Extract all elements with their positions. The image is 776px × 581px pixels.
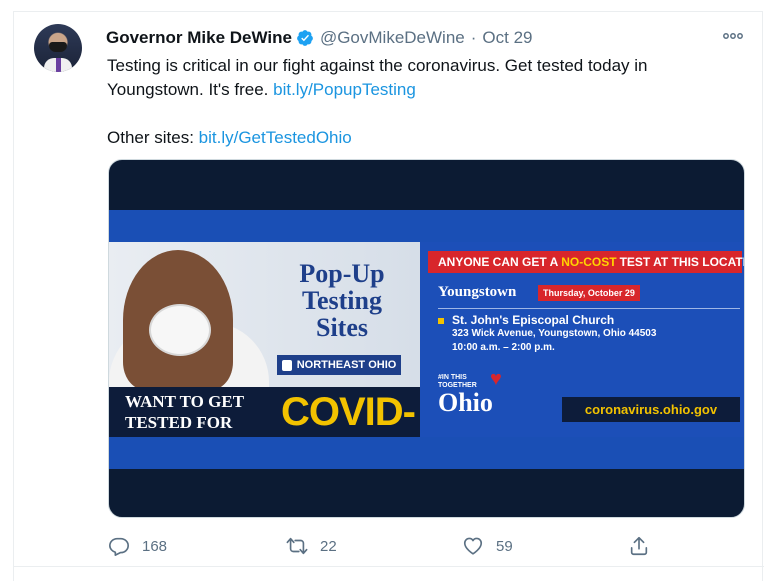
- media-left-panel: Pop-Up Testing Sites NORTHEAST OHIO WANT…: [109, 242, 420, 437]
- like-count: 59: [496, 537, 513, 555]
- in-this-text: #IN THIS: [438, 374, 467, 381]
- avatar[interactable]: [34, 24, 82, 72]
- want-line1: WANT TO GET: [125, 392, 245, 411]
- retweet-count: 22: [320, 537, 337, 555]
- tweet-text-line2: Youngstown. It's free. bit.ly/PopupTesti…: [107, 78, 747, 102]
- tweet-text: Testing is critical in our fight against…: [107, 54, 747, 150]
- tweet-card[interactable]: Governor Mike DeWine @GovMikeDeWine · Oc…: [13, 11, 763, 581]
- banner-post: TEST AT THIS LOCATION: [619, 255, 745, 269]
- region-badge: NORTHEAST OHIO: [277, 355, 401, 375]
- location-address: 323 Wick Avenue, Youngstown, Ohio 44503: [452, 328, 657, 339]
- tweet-text-free: Youngstown. It's free.: [107, 80, 269, 99]
- heart-icon: [463, 537, 483, 555]
- tweet-text-line3: Other sites: bit.ly/GetTestedOhio: [107, 126, 747, 150]
- avatar-mask: [49, 42, 67, 52]
- tweet-media-image[interactable]: Pop-Up Testing Sites NORTHEAST OHIO WANT…: [108, 159, 745, 518]
- want-to-get-tested-bar: WANT TO GET TESTED FOR COVID-19?: [109, 387, 420, 437]
- want-line2: TESTED FOR: [125, 413, 233, 432]
- author-handle[interactable]: @GovMikeDeWine: [320, 28, 465, 48]
- more-dots-icon[interactable]: [721, 26, 745, 46]
- tweet-bottom-divider: [13, 566, 764, 567]
- reply-button[interactable]: 168: [108, 531, 167, 561]
- banner-pre: ANYONE CAN GET A: [438, 255, 559, 269]
- media-right-panel: ANYONE CAN GET A NO-COST TEST AT THIS LO…: [420, 242, 745, 437]
- share-icon: [630, 536, 648, 556]
- city-name: Youngstown: [438, 284, 517, 300]
- tweet-header: Governor Mike DeWine @GovMikeDeWine · Oc…: [106, 26, 533, 50]
- face-mask-graphic: [149, 304, 211, 356]
- tweet-date[interactable]: Oct 29: [482, 28, 532, 48]
- tweet-text-line1: Testing is critical in our fight against…: [107, 56, 648, 75]
- location-hours: 10:00 a.m. – 2:00 p.m.: [452, 342, 555, 353]
- media-band-bottom: [109, 437, 744, 469]
- covid-heading: COVID-19?: [281, 390, 416, 434]
- media-band-top: [109, 210, 744, 242]
- divider: [438, 308, 740, 309]
- retweet-icon: [286, 537, 308, 555]
- retweet-button[interactable]: 22: [286, 531, 337, 561]
- region-badge-label: NORTHEAST OHIO: [296, 359, 397, 371]
- ohio-heart-icon: ♥: [490, 368, 502, 390]
- get-tested-ohio-link[interactable]: bit.ly/GetTestedOhio: [199, 128, 352, 147]
- ohio-logo-text: Ohio: [438, 388, 493, 417]
- verified-badge-icon: [297, 30, 313, 46]
- author-name[interactable]: Governor Mike DeWine: [106, 28, 292, 48]
- avatar-tie: [56, 58, 61, 72]
- want-text: WANT TO GET TESTED FOR: [125, 391, 275, 433]
- banner-highlight: NO-COST: [561, 255, 617, 269]
- share-button[interactable]: [628, 531, 662, 561]
- location-name: St. John's Episcopal Church: [452, 313, 615, 327]
- like-button[interactable]: 59: [462, 531, 513, 561]
- separator-dot: ·: [470, 28, 477, 47]
- bullet-icon: [438, 318, 444, 324]
- popup-testing-title: Pop-Up Testing Sites: [299, 259, 385, 342]
- other-sites-label: Other sites:: [107, 128, 194, 147]
- no-cost-banner: ANYONE CAN GET A NO-COST TEST AT THIS LO…: [428, 251, 745, 273]
- website-box: coronavirus.ohio.gov: [562, 397, 740, 422]
- reply-icon: [109, 537, 129, 556]
- tweet-actions: 168 22 59: [106, 531, 706, 561]
- date-flag: Thursday, October 29: [538, 285, 640, 301]
- popup-testing-link[interactable]: bit.ly/PopupTesting: [273, 80, 416, 99]
- reply-count: 168: [142, 537, 168, 555]
- ohio-state-icon: [281, 359, 292, 371]
